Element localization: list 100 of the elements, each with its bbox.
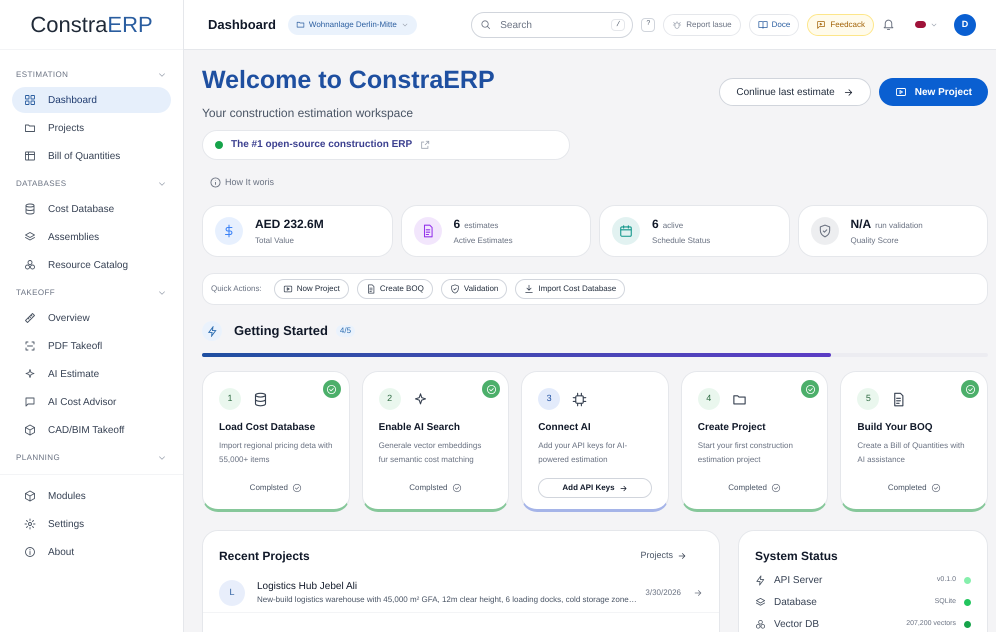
sidebar-item[interactable]: PDF Takeofl: [12, 333, 171, 359]
cube-icon: [24, 424, 36, 436]
bolt-badge: [202, 321, 222, 341]
settings-icon: [24, 518, 36, 530]
step-number: 4: [698, 388, 720, 410]
check-circle-icon: [804, 384, 816, 394]
step-title: Enable AI Search: [378, 421, 461, 435]
quick-action-button[interactable]: Validation: [440, 279, 508, 299]
sidebar-item[interactable]: CAD/BIM Takeoff: [12, 417, 171, 443]
sidebar-item[interactable]: About: [12, 539, 171, 565]
projects-link[interactable]: Projects: [640, 549, 687, 563]
arrow-right-icon: [693, 588, 703, 598]
table-icon: [24, 150, 36, 162]
play-icon: [282, 284, 293, 294]
ruler-icon: [24, 312, 36, 324]
check-circle-icon: [964, 384, 976, 394]
grid-icon: [24, 94, 36, 106]
step-status: Complsted: [409, 482, 448, 494]
circles-icon: [755, 619, 766, 630]
play-icon: [894, 86, 907, 98]
arrow-right-icon: [842, 86, 854, 98]
project-selector[interactable]: Wohnanlage Derlin-Mitte: [288, 14, 417, 34]
step-number: 3: [538, 388, 560, 410]
database-icon: [253, 392, 268, 406]
sidebar-item[interactable]: Settings: [12, 511, 171, 537]
quick-actions-label: Quick Actions:: [211, 283, 262, 295]
stat-label: Active Estimates: [454, 235, 513, 247]
section-title: Getting Started: [234, 322, 328, 340]
sidebar-item[interactable]: Assemblies: [12, 224, 171, 250]
stat-value: AED 232.6M: [255, 216, 324, 233]
sidebar-item[interactable]: Projects: [12, 115, 171, 141]
user-avatar[interactable]: D: [954, 14, 976, 36]
feedback-button[interactable]: Feedcack: [807, 14, 874, 36]
sidebar-item[interactable]: Resource Catalog: [12, 252, 171, 278]
sidebar-item[interactable]: AI Estimate: [12, 361, 171, 387]
bell-icon[interactable]: [882, 18, 895, 31]
step-status: Completed: [888, 482, 927, 494]
card-title: Recent Projects: [219, 548, 310, 565]
project-avatar: L: [219, 580, 245, 606]
report-issue-button[interactable]: Report lasue: [663, 14, 741, 36]
section-heading: TAKEOFF: [16, 287, 56, 299]
database-icon: [24, 203, 36, 215]
folder-icon: [24, 122, 36, 134]
shield-check-icon: [450, 284, 460, 294]
arrow-right-icon: [677, 551, 687, 561]
circles-icon: [24, 259, 36, 271]
step-number: 1: [219, 388, 241, 410]
step-title: Create Project: [698, 421, 767, 435]
step-description: Import regional pricing deta with 55,000+ items: [219, 440, 333, 466]
bug-icon: [672, 20, 682, 30]
continue-button[interactable]: Conlinue last estimate: [719, 78, 871, 106]
step-title: Connect AI: [538, 421, 592, 435]
sparkle-icon: [24, 368, 36, 380]
sidebar-item[interactable]: Overview: [12, 305, 171, 331]
step-description: Add your API keys for AI-powered estimation: [538, 440, 628, 466]
stat-label: Quality Score: [850, 235, 900, 247]
check-circle-icon: [486, 384, 497, 394]
stat-value: 6: [652, 216, 659, 233]
download-icon: [524, 284, 534, 294]
project-date: 3/30/2026: [645, 586, 681, 598]
logo[interactable]: ConstraERP: [0, 0, 183, 50]
folder-icon: [296, 20, 305, 29]
project-row[interactable]: L Logistics Hub Jebel Ali New-build logistics warehouse with 45,000 m² GFA, 12m clear height, 6 loading docks, cold storage zone… 3/30/2026: [203, 573, 719, 613]
sidebar-item[interactable]: Cost Database: [12, 196, 171, 222]
step-title: Build Your BOQ: [857, 421, 934, 435]
chat-icon: [24, 396, 36, 408]
page-title: Dashboard: [208, 16, 276, 34]
project-description: New-build logistics warehouse with 45,000 m² GFA, 12m clear height, 6 loading docks, cold storage zone…: [257, 594, 634, 606]
step-status: Complsted: [250, 482, 288, 494]
new-project-button[interactable]: New Project: [878, 78, 988, 106]
quick-action-button[interactable]: Now Project: [274, 279, 349, 299]
card-title: System Status: [755, 548, 839, 565]
layers-icon: [24, 231, 36, 243]
book-icon: [758, 20, 768, 30]
step-number: 2: [378, 388, 401, 410]
external-link-icon[interactable]: [420, 140, 430, 150]
document-icon: [366, 284, 376, 294]
check-circle-icon: [930, 483, 941, 493]
sidebar-item[interactable]: Dashboard: [12, 87, 171, 113]
service-name: Database: [774, 596, 818, 610]
subtitle: Your construction estimation workspace: [202, 104, 414, 122]
sidebar-item[interactable]: Bill of Quantities: [12, 143, 171, 169]
stat-label: Total Value: [255, 235, 295, 247]
quick-action-button[interactable]: Create BOQ: [356, 279, 433, 299]
how-it-works-link[interactable]: How It woris: [225, 176, 274, 189]
add-api-keys-button[interactable]: Add API Keys: [538, 478, 652, 498]
step-description: Generale vector embeddings fur semantic cost matching: [378, 440, 482, 466]
sidebar-item[interactable]: Modules: [12, 483, 171, 509]
quick-action-button[interactable]: Import Cost Database: [515, 279, 626, 299]
service-name: Vector DB: [774, 618, 820, 632]
arrow-right-icon: [618, 484, 628, 492]
docs-button[interactable]: Doce: [748, 14, 800, 36]
section-heading: DATABASES: [16, 178, 66, 190]
stat-unit: run validation: [875, 220, 923, 232]
stat-unit: aclive: [662, 220, 684, 232]
step-description: Start your first construction estimation project: [698, 440, 794, 466]
info-icon: [210, 176, 221, 188]
tagline: The #1 open-source construction ERP: [231, 138, 412, 152]
step-status: Completed: [728, 482, 767, 494]
sidebar-item[interactable]: AI Cost Advisor: [12, 389, 171, 415]
